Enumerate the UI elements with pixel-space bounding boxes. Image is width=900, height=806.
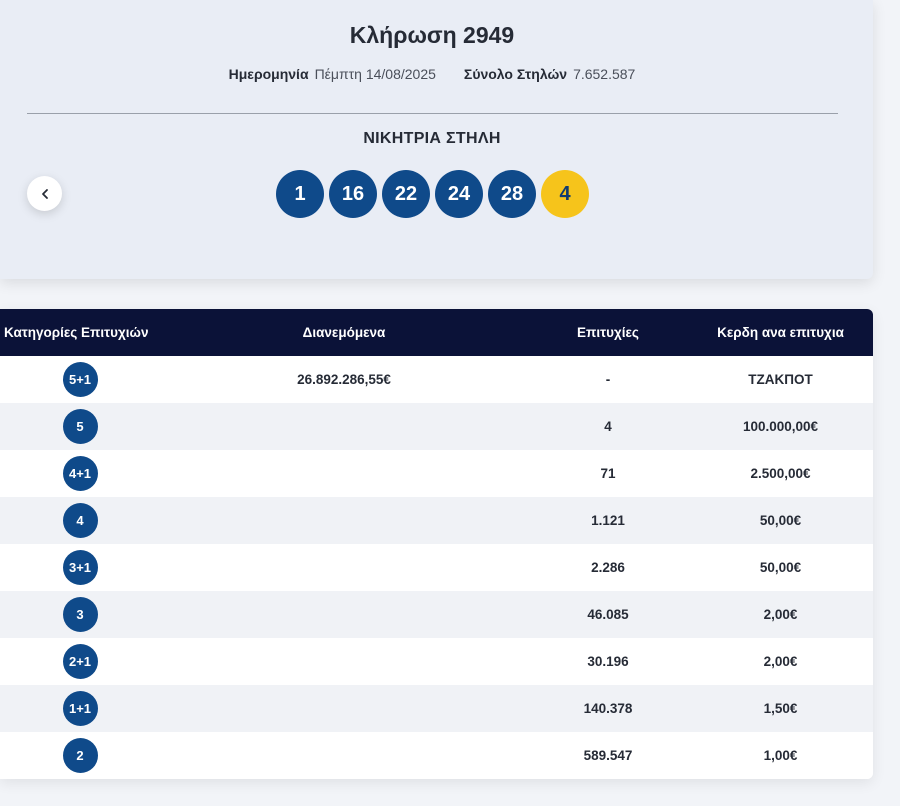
table-row: 2 589.547 1,00€: [0, 732, 873, 779]
category-badge: 1+1: [62, 691, 98, 726]
draw-card: Κλήρωση 2949 Ημερομηνία Πέμπτη 14/08/2025…: [0, 0, 873, 279]
header-prize: Κερδη ανα επιτυχια: [717, 325, 844, 340]
prize-cell: 100.000,00€: [742, 419, 819, 434]
prize-cell: 50,00€: [759, 560, 802, 575]
columns-value: 7.652.587: [573, 66, 636, 82]
date-info: Ημερομηνία Πέμπτη 14/08/2025: [229, 66, 436, 82]
table-row: 3+1 2.286 50,00€: [0, 544, 873, 591]
columns-label: Σύνολο Στηλών: [463, 66, 568, 82]
prize-cell: 2,00€: [763, 607, 798, 622]
table-row: 4 1.121 50,00€: [0, 497, 873, 544]
prize-cell: 2,00€: [763, 654, 798, 669]
date-label: Ημερομηνία: [228, 66, 309, 82]
winners-cell: 4: [604, 419, 612, 434]
table-body: 5+1 26.892.286,55€ - ΤΖΑΚΠΟΤ 5 4 100.000…: [0, 356, 873, 779]
winners-cell: 46.085: [587, 607, 629, 622]
table-row: 5+1 26.892.286,55€ - ΤΖΑΚΠΟΤ: [0, 356, 873, 403]
prize-cell: 1,00€: [763, 748, 798, 763]
winners-cell: -: [605, 372, 611, 387]
divider: [27, 113, 838, 114]
chevron-left-icon: [41, 188, 48, 199]
prize-cell: ΤΖΑΚΠΟΤ: [748, 372, 813, 387]
distributed-cell: 26.892.286,55€: [297, 372, 391, 387]
winning-number-ball: 24: [435, 170, 483, 218]
winners-cell: 71: [600, 466, 616, 481]
header-winners: Επιτυχίες: [577, 325, 639, 340]
category-badge: 3: [62, 597, 98, 632]
category-badge: 2+1: [62, 644, 98, 679]
category-badge: 5: [62, 409, 98, 444]
category-badge: 5+1: [62, 362, 98, 397]
winning-number-ball: 22: [382, 170, 430, 218]
winning-number-ball: 1: [276, 170, 324, 218]
winning-number-ball: 28: [488, 170, 536, 218]
winners-cell: 30.196: [587, 654, 629, 669]
category-badge: 2: [62, 738, 98, 773]
prize-table: Κατηγορίες Επιτυχιών Διανεμόμενα Επιτυχί…: [0, 309, 873, 779]
date-value: Πέμπτη 14/08/2025: [314, 66, 436, 82]
table-row: 2+1 30.196 2,00€: [0, 638, 873, 685]
previous-draw-button[interactable]: [27, 176, 62, 211]
category-badge: 4: [62, 503, 98, 538]
winners-cell: 2.286: [591, 560, 625, 575]
prize-cell: 1,50€: [763, 701, 798, 716]
winning-numbers: 1 16 22 24 28 4: [276, 170, 589, 218]
header-distributed: Διανεμόμενα: [302, 325, 386, 340]
draw-meta: Ημερομηνία Πέμπτη 14/08/2025 Σύνολο Στηλώ…: [0, 66, 864, 82]
joker-ball: 4: [541, 170, 589, 218]
winning-column-title: ΝΙΚΗΤΡΙΑ ΣΤΗΛΗ: [363, 130, 501, 147]
winners-cell: 1.121: [591, 513, 625, 528]
winners-cell: 140.378: [583, 701, 633, 716]
prize-cell: 2.500,00€: [750, 466, 811, 481]
table-row: 4+1 71 2.500,00€: [0, 450, 873, 497]
prize-cell: 50,00€: [759, 513, 802, 528]
header-category: Κατηγορίες Επιτυχιών: [4, 325, 149, 340]
winners-cell: 589.547: [583, 748, 633, 763]
table-row: 1+1 140.378 1,50€: [0, 685, 873, 732]
table-header: Κατηγορίες Επιτυχιών Διανεμόμενα Επιτυχί…: [0, 309, 873, 356]
winning-number-ball: 16: [329, 170, 377, 218]
table-row: 5 4 100.000,00€: [0, 403, 873, 450]
category-badge: 4+1: [62, 456, 98, 491]
draw-title: Κλήρωση 2949: [349, 22, 515, 48]
columns-info: Σύνολο Στηλών 7.652.587: [464, 66, 635, 82]
category-badge: 3+1: [62, 550, 98, 585]
table-row: 3 46.085 2,00€: [0, 591, 873, 638]
